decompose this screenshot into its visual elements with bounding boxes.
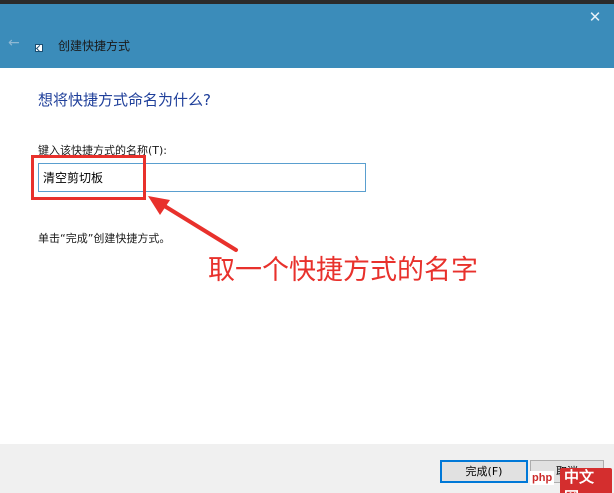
dialog-title-bar	[0, 4, 614, 68]
finish-button[interactable]: 完成(F)	[440, 460, 528, 483]
create-shortcut-dialog: ← 创建快捷方式 ✕ 想将快捷方式命名为什么? 键入该快捷方式的名称(T): 单…	[0, 0, 614, 493]
shortcut-icon	[35, 44, 43, 52]
annotation-caption: 取一个快捷方式的名字	[208, 255, 478, 286]
shortcut-name-label: 键入该快捷方式的名称(T):	[38, 144, 168, 157]
close-icon[interactable]: ✕	[588, 10, 602, 25]
dialog-title: 创建快捷方式	[58, 39, 131, 53]
cancel-button[interactable]: 取消	[530, 460, 604, 483]
back-arrow-icon[interactable]: ←	[8, 35, 24, 51]
page-heading: 想将快捷方式命名为什么?	[38, 91, 211, 109]
shortcut-name-input[interactable]	[38, 163, 366, 192]
annotation-arrow-icon	[148, 196, 238, 252]
finish-hint: 单击“完成”创建快捷方式。	[38, 232, 171, 245]
